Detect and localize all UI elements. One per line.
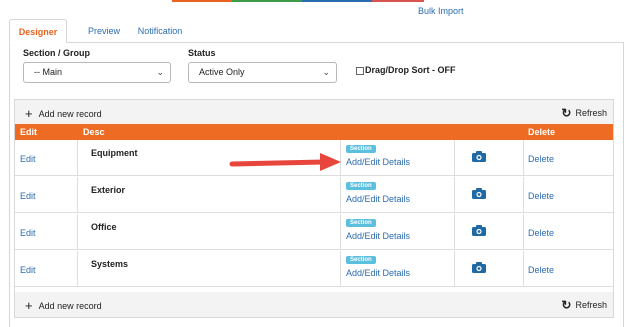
table-row: Edit Office Section Add/Edit Details Del… — [15, 214, 613, 250]
add-record-button[interactable]: + Add new record — [25, 297, 102, 313]
camera-icon[interactable] — [472, 188, 486, 199]
delete-link[interactable]: Delete — [528, 191, 554, 201]
column-delete: Delete — [528, 127, 556, 137]
refresh-button[interactable]: ↻ Refresh — [561, 297, 607, 312]
table-row: Edit Exterior Section Add/Edit Details D… — [15, 177, 613, 213]
camera-icon[interactable] — [472, 262, 486, 273]
camera-icon[interactable] — [472, 225, 486, 236]
edit-link[interactable]: Edit — [20, 191, 36, 201]
chevron-down-icon: ⌄ — [322, 67, 330, 77]
add-edit-details-link[interactable]: Add/Edit Details — [346, 157, 410, 167]
add-edit-details-link[interactable]: Add/Edit Details — [346, 231, 410, 241]
edit-link[interactable]: Edit — [20, 265, 36, 275]
dragdrop-checkbox[interactable] — [356, 67, 364, 75]
top-accent-line — [172, 0, 424, 2]
table-row: Edit Systems Section Add/Edit Details De… — [15, 251, 613, 287]
status-label: Status — [188, 48, 216, 58]
refresh-label: Refresh — [575, 108, 607, 118]
tab-preview[interactable]: Preview — [84, 19, 124, 43]
section-badge: Section — [346, 182, 376, 190]
add-record-label: Add new record — [38, 301, 102, 311]
row-desc: Exterior — [91, 185, 126, 195]
edit-link[interactable]: Edit — [20, 154, 36, 164]
add-record-button[interactable]: + Add new record — [25, 105, 102, 121]
tab-notification[interactable]: Notification — [125, 19, 195, 43]
plus-icon: + — [25, 298, 33, 313]
row-desc: Equipment — [91, 148, 138, 158]
section-badge: Section — [346, 256, 376, 264]
delete-link[interactable]: Delete — [528, 265, 554, 275]
refresh-icon: ↻ — [561, 106, 572, 120]
dragdrop-label: Drag/Drop Sort - OFF — [365, 65, 456, 75]
edit-link[interactable]: Edit — [20, 228, 36, 238]
add-edit-details-link[interactable]: Add/Edit Details — [346, 194, 410, 204]
grid-toolbar-top: + Add new record ↻ Refresh — [15, 100, 613, 124]
records-grid: + Add new record ↻ Refresh Edit Desc Delet… — [14, 99, 614, 318]
column-desc: Desc — [83, 127, 105, 137]
refresh-icon: ↻ — [561, 298, 572, 312]
grid-toolbar-bottom: + Add new record ↻ Refresh — [15, 292, 613, 317]
plus-icon: + — [25, 106, 33, 121]
section-badge: Section — [346, 219, 376, 227]
table-header: Edit Desc Delete — [15, 124, 613, 140]
add-record-label: Add new record — [38, 109, 102, 119]
chevron-down-icon: ⌄ — [156, 67, 164, 77]
section-group-value: -- Main — [34, 67, 63, 77]
tab-designer[interactable]: Designer — [9, 19, 67, 43]
camera-icon[interactable] — [472, 151, 486, 162]
column-edit: Edit — [20, 127, 37, 137]
delete-link[interactable]: Delete — [528, 154, 554, 164]
refresh-label: Refresh — [575, 300, 607, 310]
status-select[interactable]: Active Only ⌄ — [188, 62, 337, 83]
status-value: Active Only — [199, 67, 245, 77]
refresh-button[interactable]: ↻ Refresh — [561, 105, 607, 120]
bulk-import-link[interactable]: Bulk Import — [418, 6, 464, 16]
tab-bar: Designer Preview Notification — [9, 19, 624, 43]
section-badge: Section — [346, 145, 376, 153]
section-group-label: Section / Group — [23, 48, 91, 58]
row-desc: Systems — [91, 259, 129, 269]
add-edit-details-link[interactable]: Add/Edit Details — [346, 268, 410, 278]
delete-link[interactable]: Delete — [528, 228, 554, 238]
section-group-select[interactable]: -- Main ⌄ — [23, 62, 171, 83]
row-desc: Office — [91, 222, 117, 232]
annotation-arrow — [229, 153, 341, 171]
